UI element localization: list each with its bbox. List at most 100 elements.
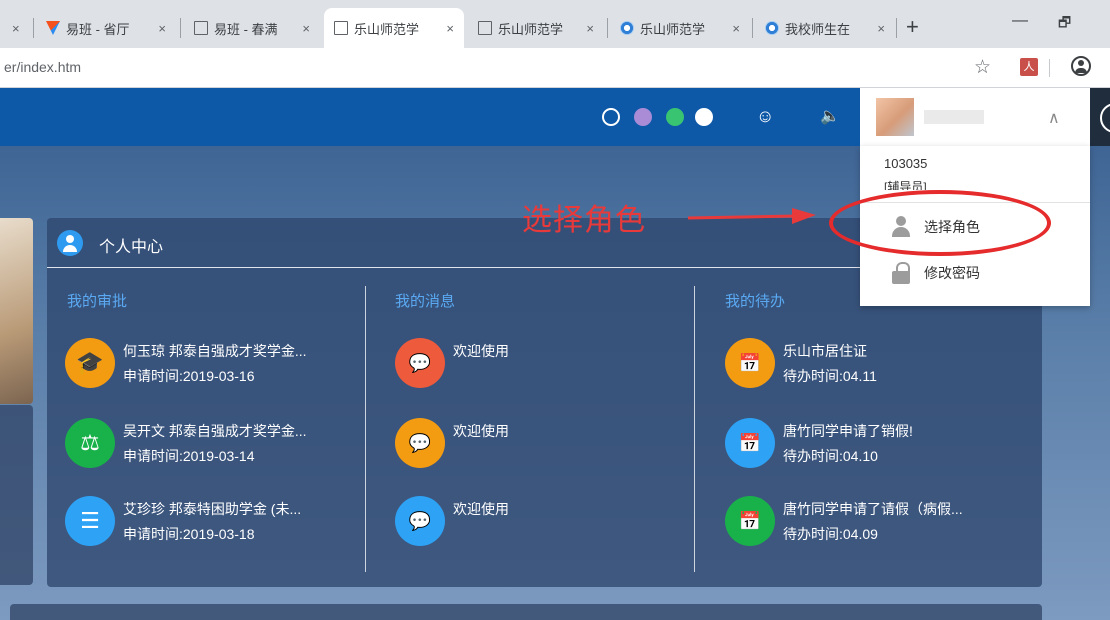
top-navigation-bar: ☺ 🔈 ∧: [0, 88, 1110, 146]
item-title: 何玉琼 邦泰自强成才奖学金...: [123, 343, 307, 359]
message-icon: 💬: [395, 418, 445, 468]
list-item[interactable]: 💬 欢迎使用: [395, 338, 595, 394]
user-avatar: [876, 98, 914, 136]
browser-tab[interactable]: 乐山师范学 ×: [610, 8, 750, 48]
list-item[interactable]: 📅 唐竹同学申请了请假（病假... 待办时间:04.09: [725, 496, 1025, 552]
tab-separator: [607, 18, 608, 38]
item-title: 唐竹同学申请了销假!: [783, 423, 913, 439]
theme-color-dot[interactable]: [695, 108, 713, 126]
item-title: 欢迎使用: [453, 501, 509, 517]
column-divider: [694, 286, 695, 572]
column-title[interactable]: 我的消息: [395, 290, 455, 311]
tab-title: 我校师生在: [785, 21, 851, 37]
list-item[interactable]: 📅 乐山市居住证 待办时间:04.11: [725, 338, 1025, 394]
annotation-arrow: [688, 208, 816, 224]
item-title: 艾珍珍 邦泰特困助学金 (未...: [123, 501, 302, 517]
message-column: 我的消息 💬 欢迎使用 💬 欢迎使用 💬 欢迎使用: [377, 268, 695, 587]
url-field[interactable]: er/index.htm: [4, 59, 81, 75]
side-panel: [0, 405, 33, 585]
restore-window-button[interactable]: 🗗: [1058, 12, 1071, 36]
item-time: 待办时间:04.10: [783, 448, 878, 464]
list-item[interactable]: ⚖ 吴开文 邦泰自强成才奖学金... 申请时间:2019-03-14: [65, 418, 365, 474]
calendar-icon: 📅: [725, 496, 775, 546]
card-title: 个人中心: [99, 239, 164, 256]
todo-column: 我的待办 📅 乐山市居住证 待办时间:04.11 📅 唐竹同学申请了销假! 待办…: [707, 268, 1037, 587]
browser-tab[interactable]: 乐山师范学 ×: [468, 8, 604, 48]
scales-icon: ⚖: [65, 418, 115, 468]
browser-tab-bar: × 易班 - 省厅 × 易班 - 春满 × 乐山师范学 × 乐山师范学 × 乐山…: [0, 0, 1110, 48]
theme-color-dot[interactable]: [666, 108, 684, 126]
item-title: 唐竹同学申请了请假（病假...: [783, 501, 963, 517]
new-tab-button[interactable]: +: [906, 14, 919, 40]
tab-close-icon[interactable]: ×: [302, 21, 310, 36]
browser-tab-active[interactable]: 乐山师范学 ×: [324, 8, 464, 48]
list-item[interactable]: 💬 欢迎使用: [395, 418, 595, 474]
column-divider: [365, 286, 366, 572]
list-item[interactable]: 🎓 何玉琼 邦泰自强成才奖学金... 申请时间:2019-03-16: [65, 338, 365, 394]
calendar-icon: 📅: [725, 338, 775, 388]
menu-item-label: 修改密码: [924, 265, 980, 281]
user-role: [辅导员]: [884, 180, 927, 190]
tab-separator: [180, 18, 181, 38]
tab-title: 乐山师范学: [354, 21, 420, 37]
browser-tab[interactable]: 易班 - 春满 ×: [184, 8, 320, 48]
theme-color-dot[interactable]: [634, 108, 652, 126]
item-title: 吴开文 邦泰自强成才奖学金...: [123, 423, 307, 439]
list-item[interactable]: ☰ 艾珍珍 邦泰特困助学金 (未... 申请时间:2019-03-18: [65, 496, 365, 552]
item-title: 乐山市居住证: [783, 343, 867, 359]
message-icon: 💬: [395, 338, 445, 388]
browser-tab[interactable]: 易班 - 省厅 ×: [36, 8, 176, 48]
document-favicon-icon: [194, 21, 208, 35]
annotation-circle: [829, 190, 1051, 256]
list-item[interactable]: 📅 唐竹同学申请了销假! 待办时间:04.10: [725, 418, 1025, 474]
annotation-label: 选择角色: [522, 203, 646, 238]
item-title: 欢迎使用: [453, 423, 509, 439]
volume-icon[interactable]: 🔈: [820, 106, 840, 126]
item-time: 申请时间:2019-03-16: [123, 368, 255, 384]
minimize-button[interactable]: —: [1012, 12, 1028, 30]
lock-icon: [890, 262, 912, 284]
column-title[interactable]: 我的待办: [725, 290, 785, 311]
tab-close-icon[interactable]: ×: [446, 21, 454, 36]
tab-title: 易班 - 春满: [214, 21, 278, 37]
tab-close-icon[interactable]: ×: [732, 21, 740, 36]
tab-title: 乐山师范学: [498, 21, 564, 37]
calendar-icon: 📅: [725, 418, 775, 468]
browser-tab[interactable]: 我校师生在 ×: [755, 8, 895, 48]
item-title: 欢迎使用: [453, 343, 509, 359]
chat-icon[interactable]: ☺: [756, 106, 774, 127]
chevron-up-icon: ∧: [1048, 110, 1060, 127]
user-name-redacted: [924, 110, 984, 124]
tab-separator: [752, 18, 753, 38]
power-icon[interactable]: [1090, 88, 1110, 146]
user-id: 103035: [884, 156, 928, 171]
list-item[interactable]: 💬 欢迎使用: [395, 496, 595, 552]
theme-color-dot[interactable]: [602, 108, 620, 126]
change-password-menu-item[interactable]: 修改密码: [890, 260, 1060, 286]
graduation-cap-icon: 🎓: [65, 338, 115, 388]
tab-close-icon[interactable]: ×: [158, 21, 166, 36]
tab-close-icon[interactable]: ×: [12, 21, 20, 36]
item-time: 申请时间:2019-03-18: [123, 526, 255, 542]
profile-avatar-icon[interactable]: [1071, 56, 1091, 76]
browser-tab[interactable]: ×: [0, 8, 28, 48]
tab-close-icon[interactable]: ×: [586, 21, 594, 36]
message-icon: 💬: [395, 496, 445, 546]
user-icon: [57, 230, 83, 256]
column-title[interactable]: 我的审批: [67, 290, 127, 311]
bookmark-star-icon[interactable]: ☆: [974, 56, 991, 79]
circle-favicon-icon: [620, 21, 634, 35]
circle-favicon-icon: [765, 21, 779, 35]
address-bar: er/index.htm ☆ 人: [0, 48, 1110, 88]
item-time: 待办时间:04.11: [783, 368, 877, 384]
user-menu-toggle[interactable]: ∧: [860, 88, 1090, 146]
pdf-extension-icon[interactable]: 人: [1020, 58, 1038, 76]
tab-separator: [896, 18, 897, 38]
toolbar-separator: [1049, 59, 1050, 77]
tab-title: 乐山师范学: [640, 21, 706, 37]
tab-close-icon[interactable]: ×: [877, 21, 885, 36]
yiban-favicon-icon: [46, 21, 60, 35]
lower-card: [10, 604, 1042, 620]
tab-title: 易班 - 省厅: [66, 21, 130, 37]
document-favicon-icon: [478, 21, 492, 35]
